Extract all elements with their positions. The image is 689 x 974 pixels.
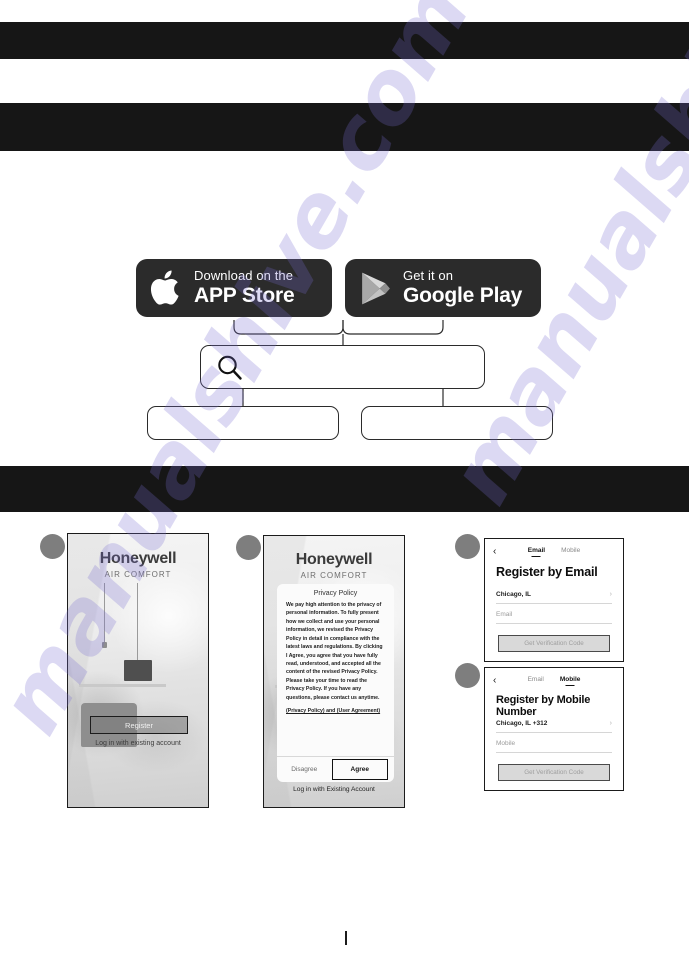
app-screenshot-register-email: ‹ Email Mobile Register by Email Chicago… (484, 538, 624, 662)
google-play-badge[interactable]: Get it on Google Play (345, 259, 541, 317)
mobile-field[interactable]: Mobile (496, 740, 612, 753)
app-screenshot-privacy-policy: Honeywell AIR COMFORT Privacy Policy We … (263, 535, 405, 808)
get-verification-code-button[interactable]: Get Verification Code (498, 635, 610, 652)
privacy-policy-dialog: Privacy Policy We pay high attention to … (277, 584, 394, 782)
email-field-placeholder: Email (496, 611, 513, 618)
register-method-tabs: Email Mobile (485, 547, 623, 557)
tab-mobile[interactable]: Mobile (561, 547, 580, 557)
google-play-small-label: Get it on (403, 267, 454, 283)
google-play-big-label: Google Play (403, 283, 523, 307)
mobile-field-placeholder: Mobile (496, 740, 516, 747)
tab-mobile[interactable]: Mobile (560, 676, 581, 686)
app-store-small-label: Download on the (194, 267, 294, 283)
flow-option-right[interactable] (361, 406, 553, 440)
disagree-button[interactable]: Disagree (277, 757, 332, 782)
agree-button[interactable]: Agree (331, 759, 388, 780)
counter-shape (79, 684, 166, 688)
region-value: Chicago, IL (496, 591, 532, 598)
apple-icon (150, 270, 179, 305)
app-store-badge[interactable]: Download on the APP Store (136, 259, 332, 317)
pendant-lamp-icon (102, 583, 108, 649)
app-screenshot-splash: Honeywell AIR COMFORT Register Log in wi… (67, 533, 209, 808)
step-marker-1 (40, 534, 65, 559)
privacy-policy-title: Privacy Policy (313, 590, 358, 597)
app-store-big-label: APP Store (194, 283, 295, 307)
honeywell-logo: Honeywell (99, 550, 177, 567)
air-comfort-subtitle: AIR COMFORT (300, 571, 368, 580)
page-title: Register by Mobile Number (496, 694, 591, 718)
page-title: Register by Email (496, 565, 598, 579)
step-marker-4 (455, 663, 480, 688)
form-top-bar: ‹ Email Mobile (485, 674, 623, 688)
step-marker-3 (455, 534, 480, 559)
step-marker-2 (236, 535, 261, 560)
honeywell-logo: Honeywell (295, 551, 373, 568)
redacted-heading-bar-1 (0, 22, 689, 59)
privacy-policy-body: We pay high attention to the privacy of … (286, 602, 383, 701)
get-verification-code-button[interactable]: Get Verification Code (498, 764, 610, 781)
privacy-policy-actions: Disagree Agree (277, 756, 394, 782)
register-method-tabs: Email Mobile (485, 676, 623, 686)
redacted-heading-bar-3 (0, 466, 689, 512)
form-top-bar: ‹ Email Mobile (485, 545, 623, 559)
pendant-lamp-icon (134, 583, 140, 670)
region-selector[interactable]: Chicago, IL +312 › (496, 720, 612, 733)
email-field[interactable]: Email (496, 611, 612, 624)
tv-shape (124, 659, 152, 682)
redacted-heading-bar-2 (0, 103, 689, 151)
login-existing-account-link[interactable]: Log in with existing account (68, 740, 208, 747)
manual-page: Download on the APP Store Get it on Goog… (0, 0, 689, 974)
tab-email[interactable]: Email (528, 676, 544, 686)
tab-email[interactable]: Email (528, 547, 545, 557)
region-value: Chicago, IL +312 (496, 720, 548, 727)
app-screenshot-register-mobile: ‹ Email Mobile Register by Mobile Number… (484, 667, 624, 791)
air-comfort-subtitle: AIR COMFORT (104, 570, 172, 579)
search-input[interactable] (200, 345, 485, 389)
region-selector[interactable]: Chicago, IL › (496, 591, 612, 604)
chevron-right-icon: › (609, 720, 612, 727)
login-existing-account-link[interactable]: Log in with Existing Account (264, 786, 404, 793)
privacy-policy-links[interactable]: (Privacy Policy) and (User Agreement) (277, 702, 394, 715)
google-play-icon (362, 272, 390, 304)
page-number-tick (345, 931, 347, 945)
flow-option-left[interactable] (147, 406, 339, 440)
chevron-right-icon: › (609, 591, 612, 598)
register-button[interactable]: Register (90, 716, 188, 734)
search-icon (218, 355, 242, 380)
